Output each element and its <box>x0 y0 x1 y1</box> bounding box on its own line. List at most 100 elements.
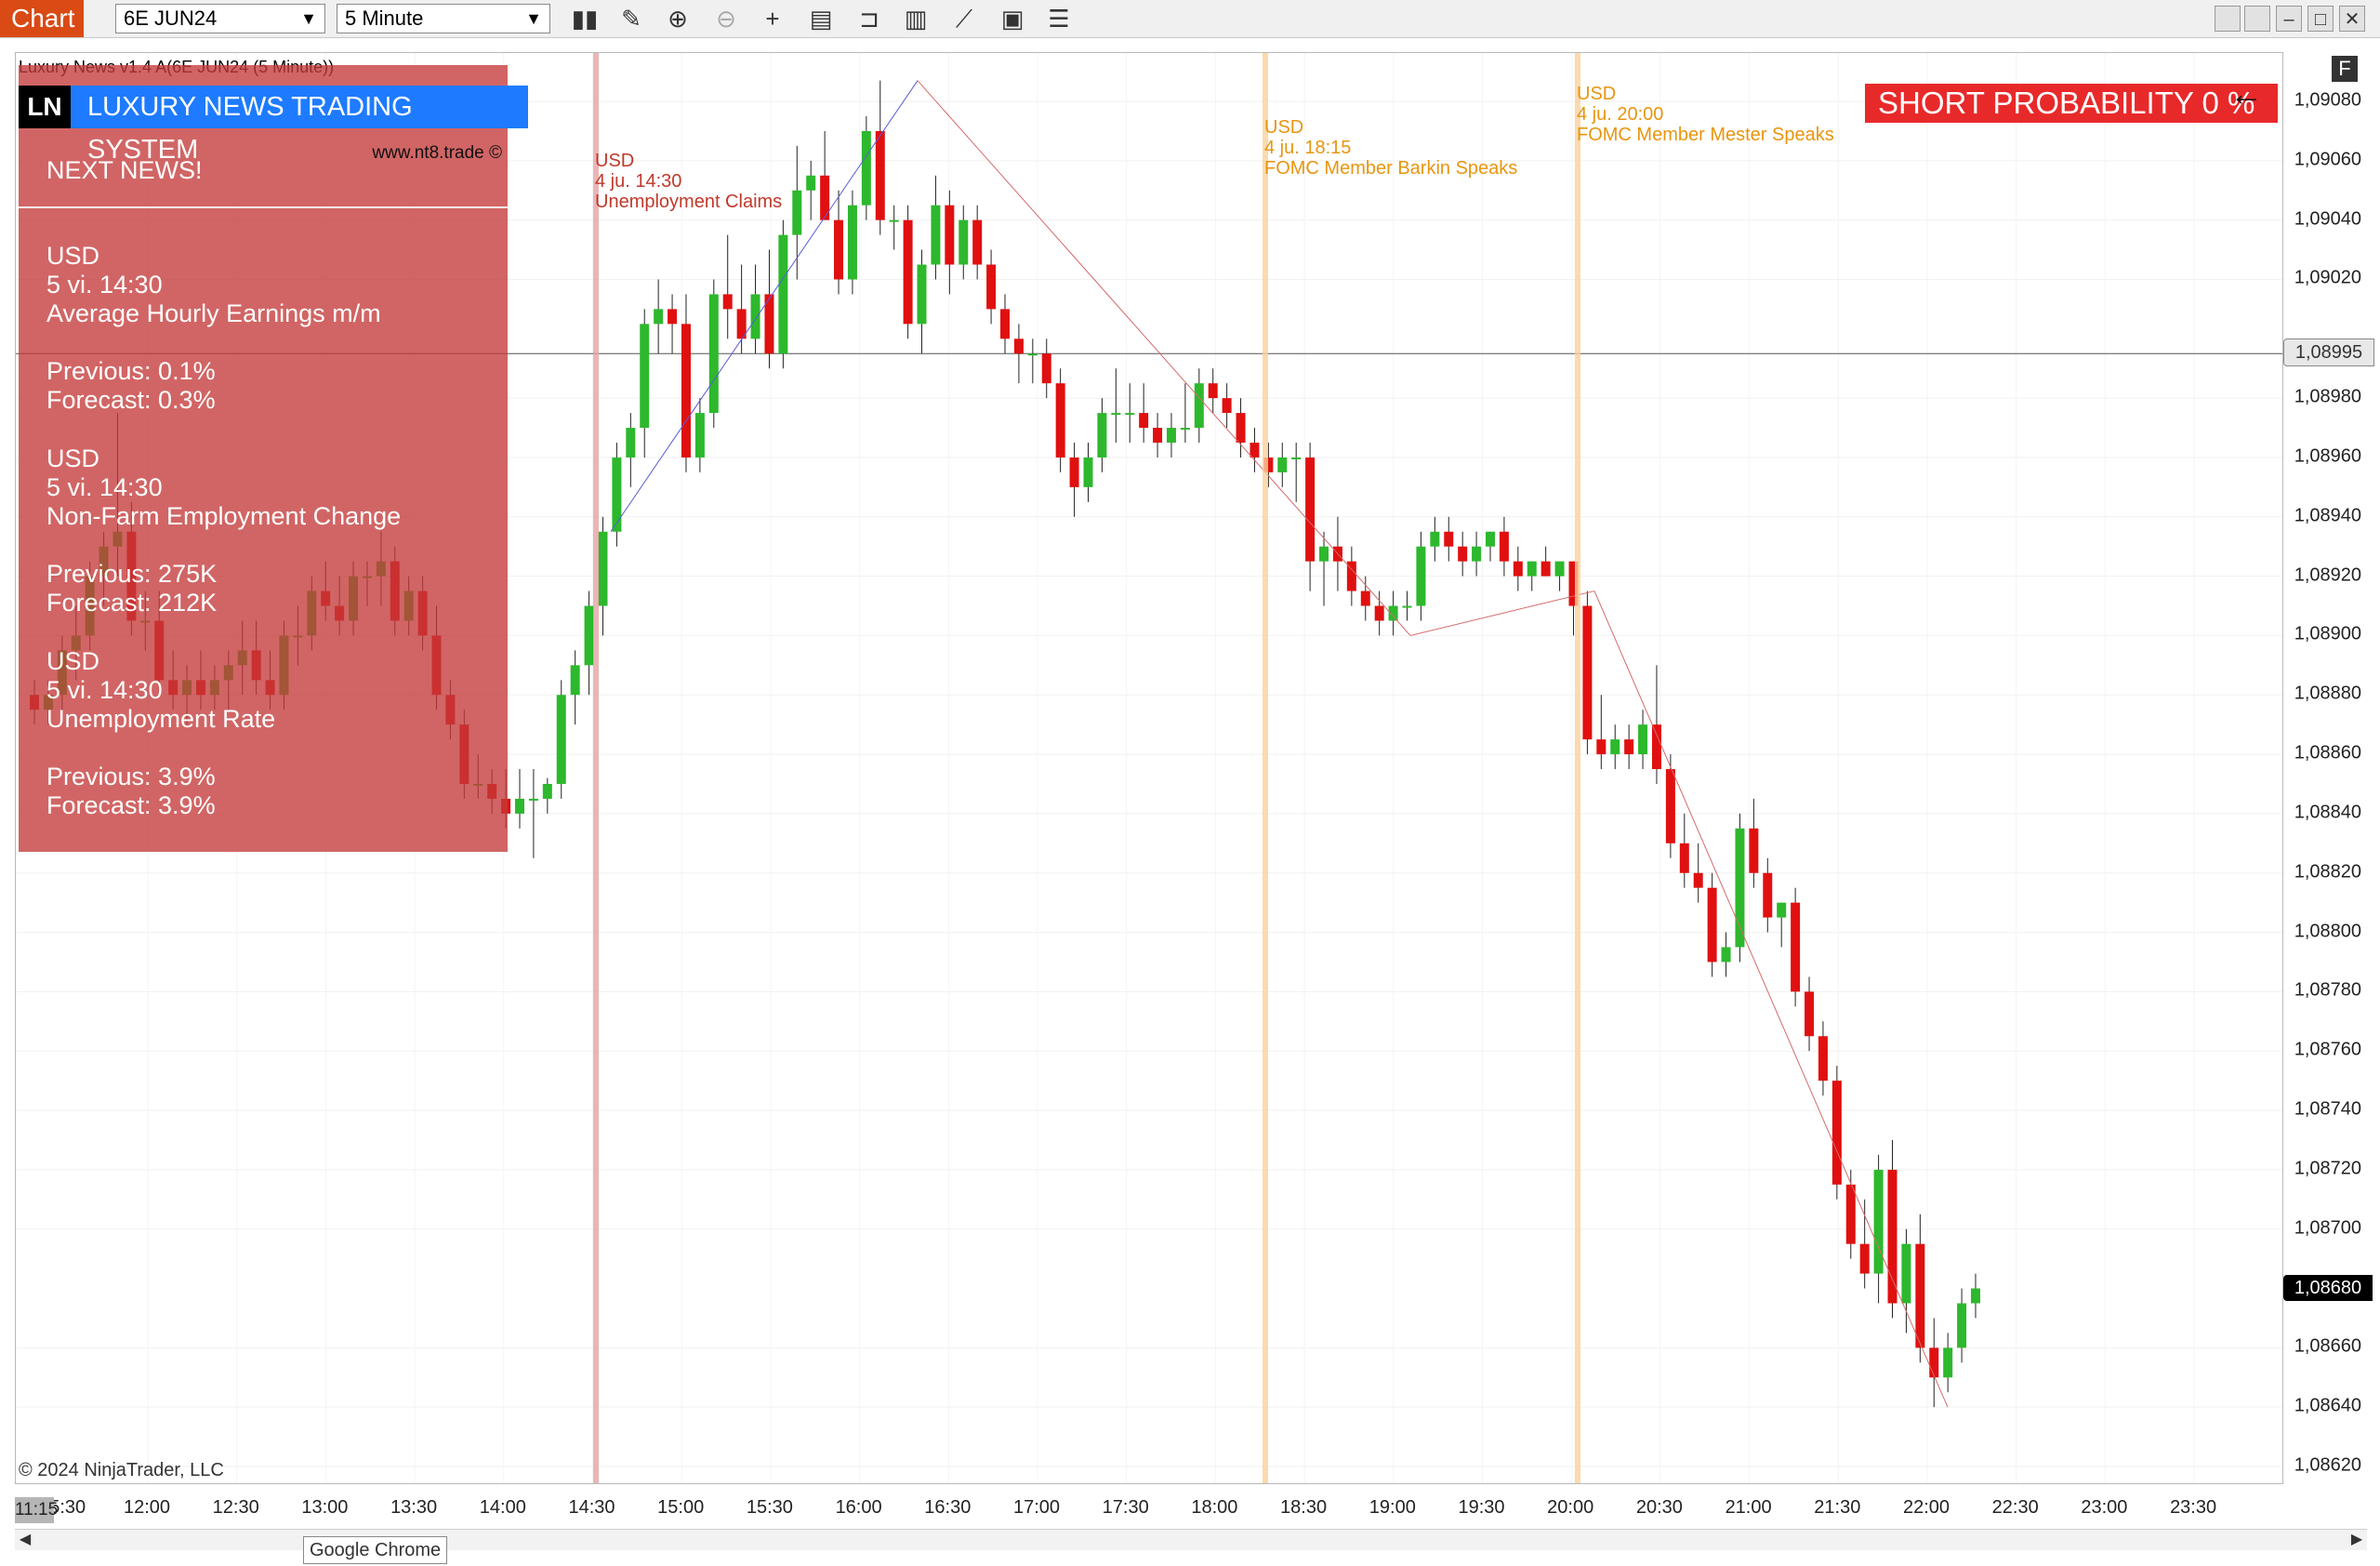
candle-down <box>1041 353 1051 384</box>
candle-down <box>722 294 733 310</box>
candle-down <box>1153 428 1163 443</box>
candle-up <box>1166 428 1176 443</box>
candle-up <box>570 665 580 696</box>
close-icon[interactable]: ✕ <box>2339 6 2365 32</box>
interval-select[interactable]: 5 Minute ▼ <box>337 4 550 33</box>
news-item: USD 5 vi. 14:30 Non-Farm Employment Chan… <box>46 445 401 617</box>
candle-down <box>668 309 678 325</box>
candle-up <box>1097 413 1107 458</box>
candle-up <box>931 205 941 265</box>
tile-icon[interactable] <box>2244 6 2270 32</box>
time-tick-label: 17:00 <box>1012 1497 1061 1518</box>
bar-type-icon[interactable]: ▮▮ <box>569 4 601 33</box>
candle-down <box>1458 546 1468 562</box>
indicator-icon[interactable]: ⟋ <box>948 4 980 33</box>
candle-up <box>598 531 608 606</box>
candle-up <box>806 175 816 191</box>
candle-down <box>1444 531 1454 547</box>
candle-up <box>1554 561 1565 577</box>
candle-up <box>1194 383 1204 429</box>
crosshair-icon[interactable]: + <box>757 4 788 33</box>
candle-up <box>1402 605 1412 608</box>
news-time-line <box>1263 53 1268 1483</box>
f-button[interactable]: F <box>2332 56 2358 82</box>
draw-pencil-icon[interactable]: ✎ <box>615 4 647 33</box>
ln-logo: LN <box>19 86 71 128</box>
candle-up <box>861 130 871 206</box>
news-previous: Previous: 0.1% <box>46 357 216 385</box>
time-tick-label: 22:30 <box>1991 1497 2039 1518</box>
candle-up <box>917 264 927 325</box>
tile-icon[interactable] <box>2215 6 2241 32</box>
candle-down <box>1831 1081 1842 1185</box>
time-tick-label: 20:00 <box>1547 1497 1594 1518</box>
time-tick-label: 13:30 <box>390 1497 438 1518</box>
price-tick-label: 1,08840 <box>2294 802 2361 823</box>
zigzag-line <box>610 80 919 533</box>
properties-icon[interactable]: ▣ <box>997 4 1028 33</box>
candle-down <box>1624 739 1634 755</box>
order-ticket-icon[interactable]: ⊐ <box>853 4 885 33</box>
time-tick-label: 16:30 <box>924 1497 972 1518</box>
candle-down <box>1763 872 1773 918</box>
zigzag-line <box>1409 591 1595 636</box>
news-currency: USD <box>46 647 100 675</box>
candle-down <box>972 219 983 265</box>
candle-down <box>1665 769 1675 843</box>
last-price-label: 1,08680 <box>2283 1274 2373 1301</box>
price-tick-label: 1,08960 <box>2294 445 2361 467</box>
candle-down <box>1540 561 1551 577</box>
news-time-line <box>1575 53 1580 1483</box>
candle-down <box>903 219 913 325</box>
news-time: 5 vi. 14:30 <box>46 473 163 501</box>
price-tick-label: 1,09040 <box>2294 208 2361 230</box>
candle-down <box>1055 383 1065 458</box>
price-tick-label: 1,08980 <box>2294 386 2361 407</box>
minimize-icon[interactable]: – <box>2276 6 2302 32</box>
candle-up <box>1027 353 1038 356</box>
instrument-select[interactable]: 6E JUN24 ▼ <box>115 4 325 33</box>
price-tick-label: 1,09080 <box>2294 89 2361 111</box>
time-tick-label: 23:30 <box>2170 1497 2217 1518</box>
chart-toolbar: Chart 6E JUN24 ▼ 5 Minute ▼ ▮▮ ✎ ⊕ ⊖ + ▤… <box>0 0 2380 38</box>
candle-up <box>1430 531 1440 547</box>
scroll-right-icon[interactable]: ▶ <box>2347 1530 2367 1550</box>
news-line-currency: USD <box>595 151 635 171</box>
candle-up <box>847 205 857 280</box>
maximize-icon[interactable]: □ <box>2307 6 2334 32</box>
news-previous: Previous: 3.9% <box>46 763 216 790</box>
scroll-left-icon[interactable]: ◀ <box>15 1530 35 1550</box>
candle-down <box>1693 872 1703 888</box>
candle-up <box>1971 1288 1980 1304</box>
strategy-icon[interactable]: ▥ <box>900 4 932 33</box>
price-tick-label: 1,08760 <box>2294 1039 2361 1060</box>
candle-up <box>640 324 650 429</box>
price-tick-label: 1,08860 <box>2294 742 2361 763</box>
candle-down <box>820 175 830 220</box>
zoom-in-icon[interactable]: ⊕ <box>662 4 694 33</box>
list-icon[interactable]: ☰ <box>1043 4 1075 33</box>
data-box-icon[interactable]: ▤ <box>805 4 837 33</box>
zoom-out-icon[interactable]: ⊖ <box>710 4 742 33</box>
price-tick-label: 1,08780 <box>2294 979 2361 1001</box>
time-tick-label: 14:00 <box>479 1497 526 1518</box>
candle-up <box>694 413 705 458</box>
news-panel: LN LUXURY NEWS TRADING SYSTEM www.nt8.tr… <box>19 65 528 852</box>
price-tick-label: 1,08720 <box>2294 1158 2361 1179</box>
candle-up <box>542 784 552 799</box>
news-name: Non-Farm Employment Change <box>46 502 402 530</box>
candle-up <box>959 219 969 265</box>
chart-tab[interactable]: Chart <box>0 0 84 37</box>
candle-down <box>1139 413 1149 429</box>
time-tick-label: 18:30 <box>1280 1497 1328 1518</box>
candle-up <box>1610 739 1620 755</box>
candle-down <box>1208 383 1218 399</box>
candle-up <box>1901 1243 1911 1304</box>
candle-down <box>1305 457 1316 562</box>
candle-up <box>1083 457 1093 487</box>
candle-down <box>1651 724 1661 770</box>
news-line-label: USD 4 ju. 20:00 FOMC Member Mester Speak… <box>1577 84 1834 145</box>
time-tick-label: 14:30 <box>568 1497 615 1518</box>
candle-down <box>1513 561 1523 577</box>
candle-down <box>1679 843 1689 873</box>
